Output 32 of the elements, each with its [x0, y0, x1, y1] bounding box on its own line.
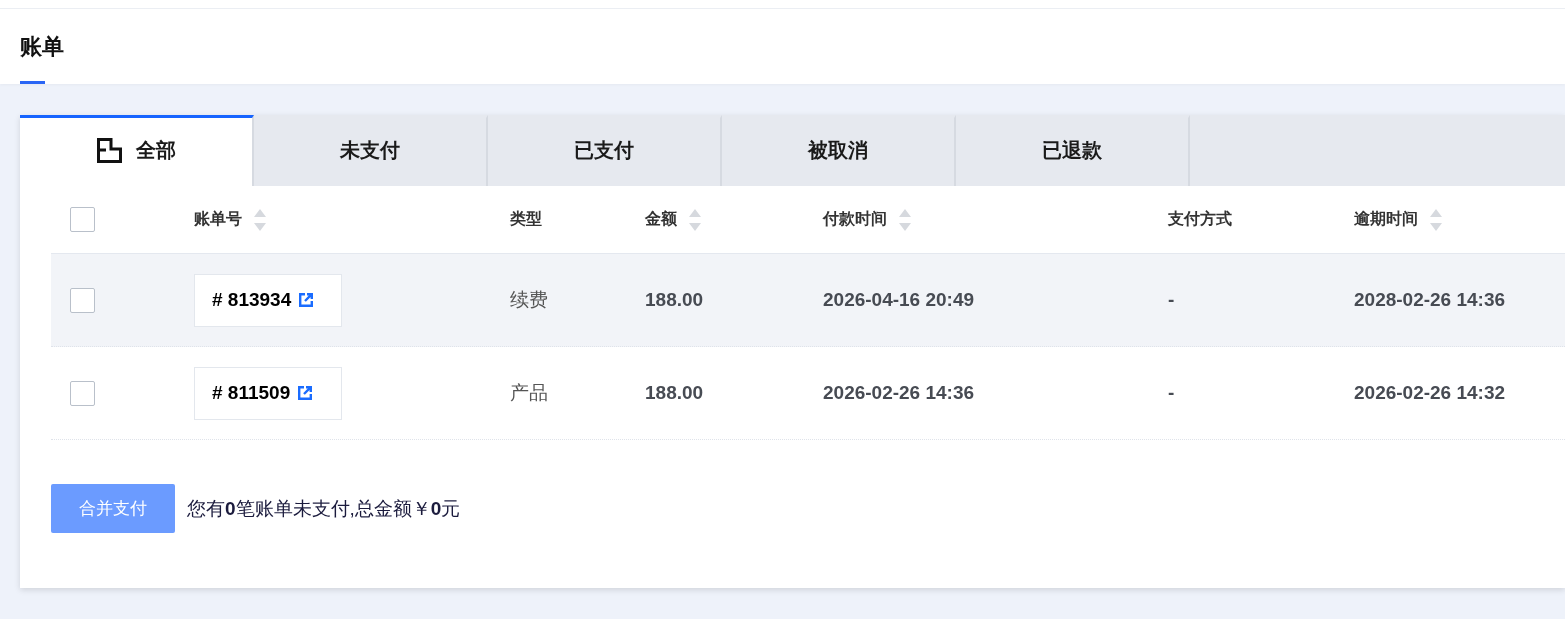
column-header[interactable]: 账单号 [194, 209, 242, 230]
checkbox[interactable] [70, 287, 95, 313]
table-cell: 2028-02-26 14:36 [1354, 289, 1506, 311]
summary-text: 您有0笔账单未支付,总金额￥0元 [187, 496, 461, 521]
column-header: 支付方式 [1168, 209, 1232, 229]
sort-icon[interactable] [254, 208, 266, 231]
sort-icon[interactable] [1430, 208, 1442, 231]
bill-number-link[interactable]: # 813934 [194, 273, 342, 327]
bill-number-link[interactable]: # 811509 [194, 366, 342, 420]
table-cell: - [1168, 382, 1175, 404]
page-title: 账单 [20, 34, 64, 60]
table-cell: 188.00 [645, 289, 704, 311]
external-link-icon [299, 293, 314, 307]
sort-icon[interactable] [689, 208, 701, 231]
column-header: 类型 [510, 209, 542, 229]
checkbox[interactable] [70, 380, 95, 406]
external-link-icon [298, 386, 313, 400]
checkbox[interactable] [70, 207, 95, 232]
table-cell-text: 续费 [510, 288, 548, 312]
table-cell: 188.00 [645, 382, 704, 404]
table-cell-text: 产品 [510, 381, 548, 405]
column-header[interactable]: 逾期时间 [1354, 209, 1418, 230]
bill-icon [96, 138, 122, 163]
table-cell: 2026-04-16 20:49 [823, 289, 975, 311]
title-accent-bar [20, 81, 45, 84]
column-header[interactable]: 金额 [645, 209, 677, 230]
column-header[interactable]: 付款时间 [823, 209, 887, 230]
table-cell: - [1168, 289, 1175, 311]
table-cell: 2026-02-26 14:36 [823, 382, 975, 404]
tab[interactable]: 全部 [20, 115, 254, 186]
sort-icon[interactable] [899, 208, 911, 231]
table-cell: 2026-02-26 14:32 [1354, 382, 1506, 404]
